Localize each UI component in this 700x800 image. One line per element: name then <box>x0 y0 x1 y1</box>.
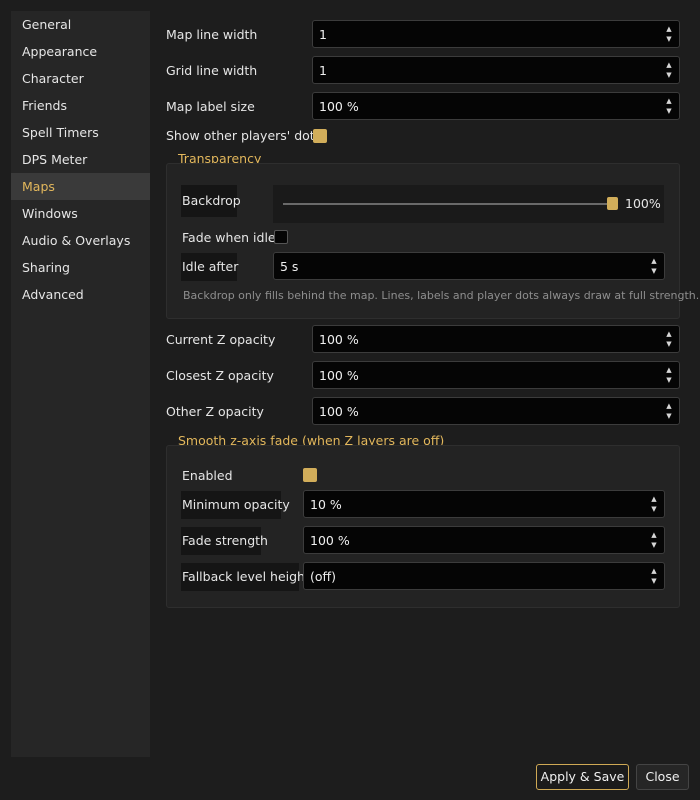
show-dots-checkbox[interactable] <box>313 129 327 143</box>
current-z-value: 100 % <box>319 332 359 347</box>
spinner-arrows-icon[interactable]: ▲ ▼ <box>650 530 658 550</box>
sidebar-item-spell-timers[interactable]: Spell Timers <box>11 119 150 146</box>
other-z-value: 100 % <box>319 404 359 419</box>
backdrop-slider-track[interactable] <box>283 197 618 210</box>
spinner-arrows-icon[interactable]: ▲ ▼ <box>665 60 673 80</box>
minimum-opacity-input[interactable]: 10 % ▲ ▼ <box>303 490 665 518</box>
spinner-arrows-icon[interactable]: ▲ ▼ <box>650 494 658 514</box>
idle-after-label: Idle after <box>181 253 238 281</box>
smooth-fade-group: Enabled Minimum opacity 10 % ▲ ▼ Fade str… <box>166 445 680 608</box>
spinner-arrows-icon[interactable]: ▲ ▼ <box>665 365 673 385</box>
backdrop-slider-fill <box>283 203 613 205</box>
smooth-fade-enabled-checkbox[interactable] <box>303 468 317 482</box>
spinner-arrows-icon[interactable]: ▲ ▼ <box>665 401 673 421</box>
fallback-level-height-value: (off) <box>310 569 337 584</box>
sidebar-item-dps-meter[interactable]: DPS Meter <box>11 146 150 173</box>
spinner-arrows-icon[interactable]: ▲ ▼ <box>665 329 673 349</box>
closest-z-label: Closest Z opacity <box>166 368 274 383</box>
fallback-level-height-label: Fallback level height <box>181 563 310 591</box>
close-button[interactable]: Close <box>636 764 689 790</box>
sidebar-item-friends[interactable]: Friends <box>11 92 150 119</box>
fade-strength-label: Fade strength <box>181 527 268 555</box>
spinner-arrows-icon[interactable]: ▲ ▼ <box>650 256 658 276</box>
current-z-label: Current Z opacity <box>166 332 276 347</box>
spinner-arrows-icon[interactable]: ▲ ▼ <box>650 566 658 586</box>
map-line-width-label: Map line width <box>166 27 258 42</box>
sidebar-item-character[interactable]: Character <box>11 65 150 92</box>
settings-sidebar: General Appearance Character Friends Spe… <box>11 11 150 757</box>
map-line-width-input[interactable]: 1 ▲ ▼ <box>312 20 680 48</box>
sidebar-item-advanced[interactable]: Advanced <box>11 281 150 308</box>
spinner-arrows-icon[interactable]: ▲ ▼ <box>665 24 673 44</box>
fade-when-idle-checkbox[interactable] <box>274 230 288 244</box>
idle-after-value: 5 s <box>280 259 299 274</box>
backdrop-value: 100% <box>625 196 661 211</box>
spinner-arrows-icon[interactable]: ▲ ▼ <box>665 96 673 116</box>
fade-when-idle-label: Fade when idle <box>182 230 276 245</box>
sidebar-item-appearance[interactable]: Appearance <box>11 38 150 65</box>
minimum-opacity-value: 10 % <box>310 497 342 512</box>
other-z-input[interactable]: 100 % ▲ ▼ <box>312 397 680 425</box>
apply-save-button[interactable]: Apply & Save <box>536 764 629 790</box>
idle-after-input[interactable]: 5 s ▲ ▼ <box>273 252 665 280</box>
sidebar-item-sharing[interactable]: Sharing <box>11 254 150 281</box>
map-label-size-value: 100 % <box>319 99 359 114</box>
backdrop-slider-handle[interactable] <box>607 197 618 210</box>
grid-line-width-input[interactable]: 1 ▲ ▼ <box>312 56 680 84</box>
sidebar-item-general[interactable]: General <box>11 11 150 38</box>
fade-strength-value: 100 % <box>310 533 350 548</box>
grid-line-width-label: Grid line width <box>166 63 258 78</box>
sidebar-item-windows[interactable]: Windows <box>11 200 150 227</box>
other-z-label: Other Z opacity <box>166 404 264 419</box>
current-z-input[interactable]: 100 % ▲ ▼ <box>312 325 680 353</box>
closest-z-value: 100 % <box>319 368 359 383</box>
backdrop-label: Backdrop <box>181 185 241 217</box>
map-label-size-input[interactable]: 100 % ▲ ▼ <box>312 92 680 120</box>
minimum-opacity-label: Minimum opacity <box>181 491 290 519</box>
backdrop-slider[interactable]: 100% <box>273 185 664 223</box>
map-label-size-label: Map label size <box>166 99 255 114</box>
fallback-level-height-input[interactable]: (off) ▲ ▼ <box>303 562 665 590</box>
sidebar-item-audio-overlays[interactable]: Audio & Overlays <box>11 227 150 254</box>
fade-strength-input[interactable]: 100 % ▲ ▼ <box>303 526 665 554</box>
smooth-fade-enabled-label: Enabled <box>182 468 233 483</box>
closest-z-input[interactable]: 100 % ▲ ▼ <box>312 361 680 389</box>
grid-line-width-value: 1 <box>319 63 327 78</box>
map-line-width-value: 1 <box>319 27 327 42</box>
maps-settings-panel: Map line width 1 ▲ ▼ Grid line width 1 ▲ ▼… <box>166 0 699 800</box>
backdrop-hint: Backdrop only fills behind the map. Line… <box>183 289 700 302</box>
show-dots-label: Show other players' dots <box>166 128 322 143</box>
transparency-group: Backdrop 100% Fade when idle Idle after … <box>166 163 699 319</box>
sidebar-item-maps[interactable]: Maps <box>11 173 150 200</box>
